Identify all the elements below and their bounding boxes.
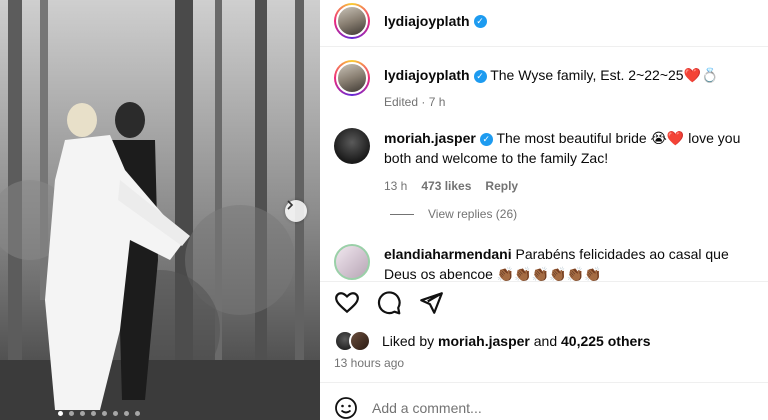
post-actions bbox=[334, 290, 444, 316]
smiley-icon[interactable] bbox=[334, 396, 358, 420]
liker-avatar bbox=[349, 330, 371, 352]
share-icon[interactable] bbox=[418, 290, 444, 316]
reply-button[interactable]: Reply bbox=[485, 176, 518, 196]
liker-avatars bbox=[334, 330, 382, 352]
carousel-dot bbox=[135, 411, 140, 416]
wedding-photo-illustration bbox=[0, 0, 320, 420]
caption-emoji: ❤️💍 bbox=[683, 67, 719, 83]
commenter-avatar[interactable] bbox=[334, 128, 370, 164]
comment-item: moriah.jasper ✓ The most beautiful bride … bbox=[334, 128, 764, 196]
carousel-dot bbox=[102, 411, 107, 416]
add-comment-input[interactable]: Add a comment... bbox=[372, 400, 482, 416]
post-details-panel: lydiajoyplath ✓ lydiajoyplath ✓ The Wyse … bbox=[320, 0, 768, 420]
heart-icon[interactable] bbox=[334, 290, 360, 316]
post-header: lydiajoyplath ✓ bbox=[320, 0, 768, 42]
likes-joiner: and bbox=[533, 333, 558, 349]
carousel-dot bbox=[124, 411, 129, 416]
likes-summary: Liked by moriah.jasper and 40,225 others bbox=[334, 330, 651, 352]
chevron-right-icon bbox=[287, 200, 294, 210]
footer-divider bbox=[320, 382, 768, 383]
replies-line bbox=[390, 213, 414, 215]
carousel-dot bbox=[69, 411, 74, 416]
comment-time: 13 h bbox=[384, 179, 408, 193]
comments-divider bbox=[320, 281, 768, 282]
commenter-username[interactable]: elandiaharmendani bbox=[384, 246, 512, 262]
carousel-dot bbox=[80, 411, 85, 416]
post-timestamp[interactable]: 13 hours ago bbox=[334, 356, 404, 370]
comment-likes[interactable]: 473 likes bbox=[421, 176, 471, 196]
caption-meta: Edited · 7 h bbox=[384, 95, 446, 109]
verified-badge-icon: ✓ bbox=[479, 132, 493, 146]
commenter-avatar[interactable] bbox=[334, 244, 370, 280]
post-caption: lydiajoyplath ✓ The Wyse family, Est. 2~2… bbox=[334, 60, 754, 112]
caption-text: The Wyse family, Est. 2~22~25 bbox=[490, 67, 684, 83]
author-avatar[interactable] bbox=[334, 3, 370, 39]
post-photo[interactable] bbox=[0, 0, 320, 420]
likes-prefix: Liked by bbox=[382, 333, 435, 349]
next-image-button[interactable] bbox=[285, 200, 307, 222]
verified-badge-icon: ✓ bbox=[473, 69, 487, 83]
carousel-dot bbox=[58, 411, 63, 416]
verified-badge-icon: ✓ bbox=[473, 14, 487, 28]
liker-username[interactable]: moriah.jasper bbox=[438, 333, 530, 349]
comment-item: elandiaharmendani Parabéns felicidades a… bbox=[334, 244, 764, 284]
view-replies-label: View replies (26) bbox=[428, 207, 518, 221]
comment-icon[interactable] bbox=[376, 290, 402, 316]
caption-author-avatar[interactable] bbox=[334, 60, 370, 96]
add-comment-bar[interactable]: Add a comment... bbox=[334, 396, 482, 420]
carousel-dot bbox=[113, 411, 118, 416]
carousel-dot bbox=[91, 411, 96, 416]
caption-username[interactable]: lydiajoyplath bbox=[384, 67, 470, 83]
view-replies-button[interactable]: View replies (26) bbox=[390, 207, 517, 221]
header-divider bbox=[320, 46, 768, 47]
commenter-username[interactable]: moriah.jasper bbox=[384, 130, 476, 146]
author-username[interactable]: lydiajoyplath bbox=[384, 13, 470, 29]
likes-others[interactable]: 40,225 others bbox=[561, 333, 651, 349]
carousel-dots bbox=[58, 411, 140, 416]
